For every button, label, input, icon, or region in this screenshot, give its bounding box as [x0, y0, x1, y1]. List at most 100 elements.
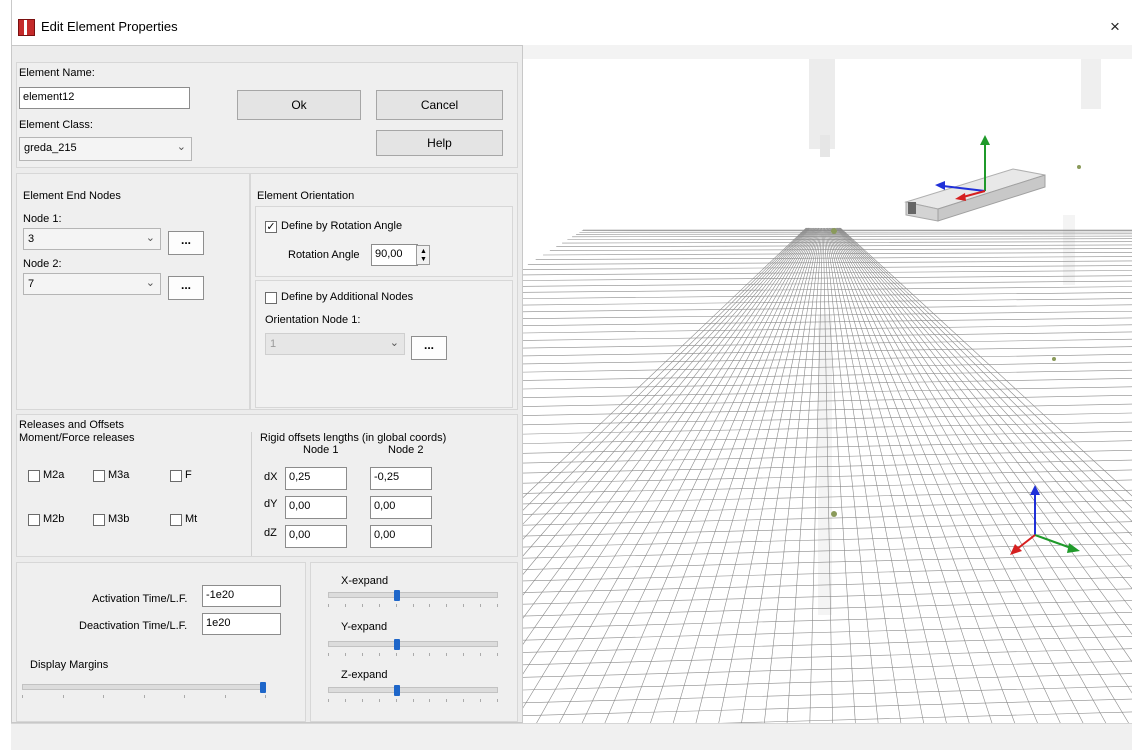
offsets-col-node1: Node 1	[303, 444, 338, 456]
slider-ticks	[328, 699, 498, 703]
slider-thumb[interactable]	[394, 639, 400, 650]
releases-offsets-section: Releases and Offsets Moment/Force releas…	[16, 414, 518, 557]
rotation-angle-input[interactable]: 90,00	[371, 244, 418, 266]
cancel-button[interactable]: Cancel	[376, 90, 503, 120]
release-mt-checkbox[interactable]	[170, 514, 182, 526]
nodes-subsection: Define by Additional Nodes Orientation N…	[255, 280, 513, 408]
z-expand-label: Z-expand	[341, 669, 387, 681]
node-point	[1077, 165, 1081, 169]
rigid-offsets-title: Rigid offsets lengths (in global coords)	[260, 432, 446, 444]
moment-releases-title: Moment/Force releases	[19, 432, 135, 444]
release-f-checkbox[interactable]	[170, 470, 182, 482]
title-bar: Edit Element Properties ×	[0, 0, 1132, 45]
chevron-down-icon: ⌄	[177, 140, 186, 154]
expand-section: X-expand Y-expand Z-expand	[310, 562, 518, 722]
offset-dy-node2-input[interactable]: 0,00	[370, 496, 432, 519]
release-m2a-label: M2a	[43, 469, 64, 481]
node1-select[interactable]: 3 ⌄	[23, 228, 161, 250]
release-m3a-label: M3a	[108, 469, 129, 481]
release-m3b-label: M3b	[108, 513, 129, 525]
node1-pick-button[interactable]: ...	[168, 231, 204, 255]
app-icon	[18, 19, 35, 36]
viewport-scene	[523, 45, 1132, 723]
z-expand-slider[interactable]	[328, 685, 498, 705]
display-margins-slider[interactable]	[22, 682, 266, 702]
node-point	[831, 228, 837, 234]
activation-label: Activation Time/L.F.	[92, 593, 187, 605]
spin-down-icon[interactable]: ▼	[420, 256, 427, 263]
orientation-node-value: 1	[270, 338, 276, 350]
define-by-angle-label: Define by Rotation Angle	[281, 220, 402, 232]
orientation-node-pick-button[interactable]: ...	[411, 336, 447, 360]
slider-ticks	[328, 604, 498, 608]
define-by-nodes-label: Define by Additional Nodes	[281, 291, 413, 303]
display-margins-label: Display Margins	[30, 659, 108, 671]
release-m2b-checkbox[interactable]	[28, 514, 40, 526]
offset-dz-node1-input[interactable]: 0,00	[285, 525, 347, 548]
offset-dy-label: dY	[264, 498, 277, 510]
release-m2b-label: M2b	[43, 513, 64, 525]
time-margins-section: Activation Time/L.F. -1e20 Deactivation …	[16, 562, 306, 722]
slider-thumb[interactable]	[260, 682, 266, 693]
help-button[interactable]: Help	[376, 130, 503, 156]
slider-thumb[interactable]	[394, 685, 400, 696]
offset-dx-node1-input[interactable]: 0,25	[285, 467, 347, 490]
y-expand-slider[interactable]	[328, 639, 498, 659]
orientation-section: Element Orientation ✓ Define by Rotation…	[250, 173, 518, 410]
rotation-angle-spinner[interactable]: ▲ ▼	[416, 245, 430, 265]
x-expand-label: X-expand	[341, 575, 388, 587]
3d-viewport[interactable]	[523, 45, 1132, 723]
element-class-select[interactable]: greda_215 ⌄	[19, 137, 192, 161]
x-expand-slider[interactable]	[328, 590, 498, 610]
node2-label: Node 2:	[23, 258, 62, 270]
y-expand-label: Y-expand	[341, 621, 387, 633]
ok-button[interactable]: Ok	[237, 90, 361, 120]
release-m2a-checkbox[interactable]	[28, 470, 40, 482]
orientation-node-label: Orientation Node 1:	[265, 314, 360, 326]
divider	[251, 432, 252, 556]
close-icon[interactable]: ×	[1110, 17, 1120, 37]
element-info-section: Element Name: element12 Element Class: g…	[16, 62, 518, 168]
element-name-label: Element Name:	[19, 67, 95, 79]
node2-value: 7	[28, 278, 34, 290]
spin-up-icon[interactable]: ▲	[420, 248, 427, 255]
define-by-angle-checkbox[interactable]: ✓	[265, 221, 277, 233]
define-by-nodes-checkbox[interactable]	[265, 292, 277, 304]
deactivation-input[interactable]: 1e20	[202, 613, 281, 635]
offsets-col-node2: Node 2	[388, 444, 423, 456]
offset-dx-label: dX	[264, 471, 277, 483]
offset-dx-node2-input[interactable]: -0,25	[370, 467, 432, 490]
release-mt-label: Mt	[185, 513, 197, 525]
end-nodes-title: Element End Nodes	[23, 190, 121, 202]
node1-value: 3	[28, 233, 34, 245]
chevron-down-icon: ⌄	[390, 336, 399, 350]
element-class-label: Element Class:	[19, 119, 93, 131]
activation-input[interactable]: -1e20	[202, 585, 281, 607]
angle-subsection: ✓ Define by Rotation Angle Rotation Angl…	[255, 206, 513, 277]
element-class-value: greda_215	[24, 142, 77, 154]
rotation-angle-label: Rotation Angle	[288, 249, 360, 261]
node2-select[interactable]: 7 ⌄	[23, 273, 161, 295]
orientation-node-select[interactable]: 1 ⌄	[265, 333, 405, 355]
release-m3a-checkbox[interactable]	[93, 470, 105, 482]
slider-ticks	[22, 695, 266, 699]
node-point	[831, 511, 837, 517]
release-m3b-checkbox[interactable]	[93, 514, 105, 526]
chevron-down-icon: ⌄	[146, 231, 155, 245]
node-point	[1052, 357, 1056, 361]
slider-ticks	[328, 653, 498, 657]
end-nodes-section: Element End Nodes Node 1: 3 ⌄ ... Node 2…	[16, 173, 250, 410]
node1-label: Node 1:	[23, 213, 62, 225]
offset-dy-node1-input[interactable]: 0,00	[285, 496, 347, 519]
window-title: Edit Element Properties	[41, 19, 178, 34]
offset-dz-label: dZ	[264, 527, 277, 539]
slider-thumb[interactable]	[394, 590, 400, 601]
deactivation-label: Deactivation Time/L.F.	[79, 620, 187, 632]
node2-pick-button[interactable]: ...	[168, 276, 204, 300]
element-name-input[interactable]: element12	[19, 87, 190, 109]
chevron-down-icon: ⌄	[146, 276, 155, 290]
properties-panel: Element Name: element12 Element Class: g…	[11, 45, 523, 723]
releases-title: Releases and Offsets	[19, 419, 124, 431]
offset-dz-node2-input[interactable]: 0,00	[370, 525, 432, 548]
status-bar	[11, 723, 1132, 750]
